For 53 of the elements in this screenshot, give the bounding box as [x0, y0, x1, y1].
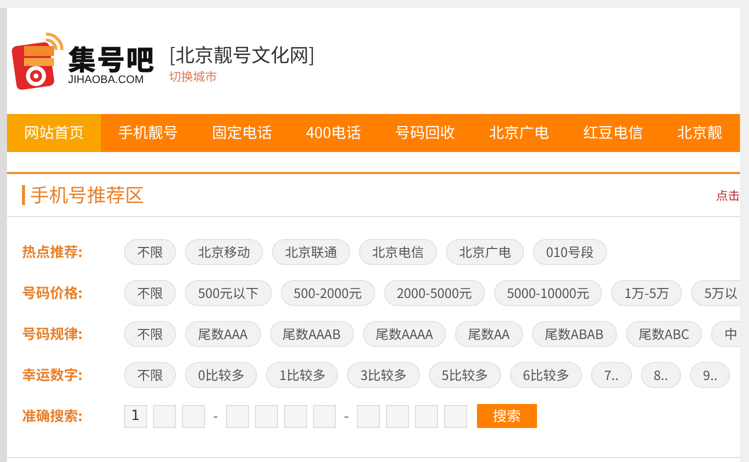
filter-option[interactable]: 不限: [124, 321, 176, 347]
filter-option[interactable]: 尾数ABC: [626, 321, 702, 347]
filter-option[interactable]: 不限: [124, 239, 176, 265]
filter-option[interactable]: 6比较多: [510, 362, 582, 388]
filter-option[interactable]: 尾数AAAA: [362, 321, 446, 347]
digit-field[interactable]: [386, 404, 409, 428]
filter-option[interactable]: 北京联通: [272, 239, 350, 265]
filter-label: 号码价格:: [22, 283, 84, 303]
filter-option[interactable]: 5000-10000元: [494, 280, 602, 306]
filter-label: 准确搜索:: [22, 406, 84, 426]
filter-option[interactable]: 1比较多: [266, 362, 338, 388]
filter-option[interactable]: 北京广电: [446, 239, 524, 265]
logo-domain: JIHAOBA.COM: [68, 74, 145, 86]
filter-option[interactable]: 3比较多: [347, 362, 420, 388]
digit-field[interactable]: [284, 404, 307, 428]
separator-dash: -: [212, 406, 219, 426]
digit-field[interactable]: [312, 404, 336, 428]
digit-field[interactable]: [153, 404, 176, 428]
filter-label: 号码规律:: [22, 324, 84, 344]
filter-option[interactable]: 7..: [591, 362, 632, 388]
digit-field[interactable]: [414, 404, 438, 428]
filter-option[interactable]: 1万-5万: [611, 280, 682, 306]
filter-option[interactable]: 5比较多: [428, 362, 501, 388]
filter-option[interactable]: 0比较多: [185, 362, 258, 388]
filter-option[interactable]: 尾数ABAB: [532, 321, 617, 347]
filter-option[interactable]: 500-2000元: [280, 280, 375, 306]
filter-option[interactable]: 尾数AAA: [185, 321, 261, 347]
filter-option[interactable]: 010号段: [533, 239, 607, 265]
filter-label: 幸运数字:: [22, 365, 84, 385]
filter-option[interactable]: 9..: [690, 362, 730, 388]
digit-field[interactable]: [226, 404, 249, 428]
digit-field[interactable]: [444, 404, 467, 428]
filter-option[interactable]: 不限: [124, 362, 176, 388]
digit-field[interactable]: 1: [124, 404, 147, 428]
separator-dash: -: [342, 406, 350, 426]
site-title: [北京靓号文化网]: [169, 41, 315, 68]
filter-option[interactable]: 2000-5000元: [384, 280, 485, 306]
digit-field[interactable]: [356, 404, 380, 428]
filter-option[interactable]: 北京移动: [185, 239, 264, 265]
filter-option[interactable]: 尾数AA: [454, 321, 523, 347]
section-title: 手机号推荐区: [22, 185, 144, 205]
digit-field[interactable]: [182, 404, 205, 428]
filter-option[interactable]: 500元以下: [185, 280, 272, 306]
filter-option[interactable]: 8..: [640, 362, 682, 388]
filter-option[interactable]: 尾数AAAB: [270, 321, 354, 347]
filter-option[interactable]: 中: [711, 321, 740, 347]
digit-field[interactable]: [254, 404, 278, 428]
filter-label: 热点推荐:: [22, 242, 84, 262]
more-link[interactable]: 点击: [716, 186, 740, 204]
logo-name: 集号吧: [68, 44, 156, 74]
filter-option[interactable]: 不限: [124, 280, 176, 306]
filter-option[interactable]: 北京电信: [359, 239, 438, 265]
filter-option[interactable]: 5万以: [691, 280, 740, 306]
